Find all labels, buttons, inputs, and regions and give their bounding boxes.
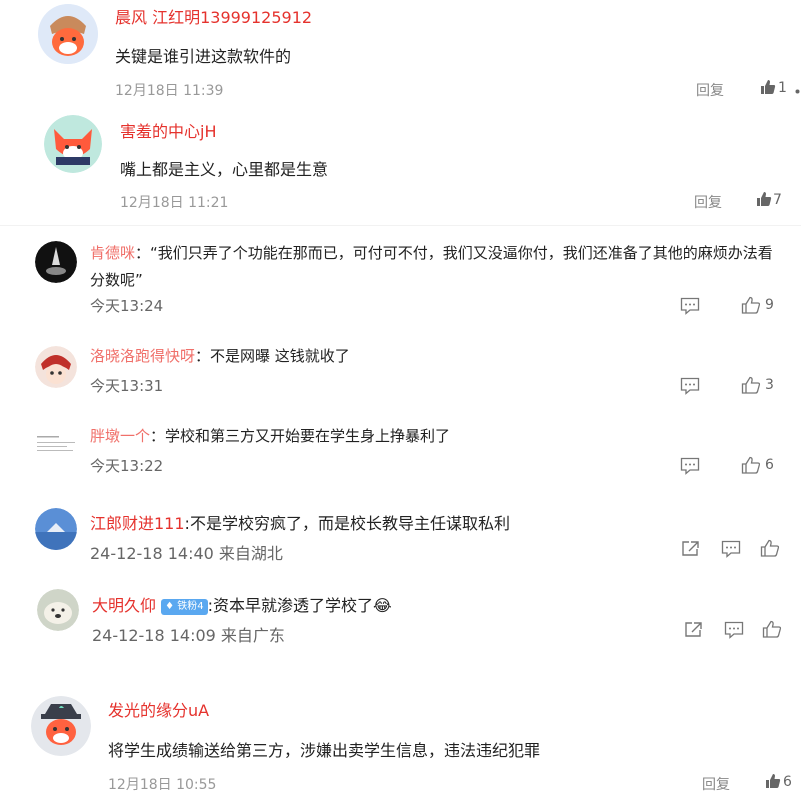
comment-username[interactable]: 发光的缘分uA xyxy=(108,697,209,721)
comment-body: 洛晓洛跑得快呀：不是网曝 这钱就收了 xyxy=(90,345,350,366)
thumbs-up-icon[interactable] xyxy=(765,773,781,789)
thumbs-up-icon[interactable] xyxy=(741,456,761,474)
thumbs-up-icon[interactable] xyxy=(756,191,772,207)
avatar[interactable] xyxy=(44,115,102,173)
comment-text: 学校和第三方又开始要在学生身上挣暴利了 xyxy=(165,427,451,445)
avatar[interactable] xyxy=(35,241,77,283)
comment-text: 不是网曝 这钱就收了 xyxy=(210,347,350,365)
avatar[interactable] xyxy=(31,696,91,756)
reply-button[interactable]: 回复 xyxy=(702,774,730,794)
comment-username[interactable]: 洛晓洛跑得快呀 xyxy=(90,347,195,365)
comment-text: 嘴上都是主义，心里都是生意 xyxy=(120,160,329,179)
comment-icon[interactable] xyxy=(680,457,700,475)
comment-body: 胖墩一个：学校和第三方又开始要在学生身上挣暴利了 xyxy=(90,425,450,446)
fan-badge: ♦ 铁粉4 xyxy=(161,598,208,615)
like-count: 7 xyxy=(773,192,782,208)
comment-body: 江郎财进111:不是学校穷疯了，而是校长教导主任谋取私利 xyxy=(90,510,510,534)
share-icon[interactable] xyxy=(681,540,700,557)
comment-username[interactable]: 肯德咪 xyxy=(90,244,135,262)
thumbs-up-icon[interactable] xyxy=(741,296,761,314)
comment-timestamp: 12月18日 11:21 xyxy=(120,195,229,211)
comment-timestamp: 今天13:24 xyxy=(90,297,164,315)
divider xyxy=(0,225,801,226)
comment-text: “我们只弄了个功能在那而已，可付可不付，我们又没逼你付，我们还准备了其他的麻烦办… xyxy=(90,244,773,289)
avatar[interactable] xyxy=(35,346,77,388)
comment-text: 将学生成绩输送给第三方，涉嫌出卖学生信息，违法违纪犯罪 xyxy=(108,741,541,760)
badge-label: 铁粉4 xyxy=(177,600,204,612)
comment-username[interactable]: 害羞的中心jH xyxy=(120,118,216,142)
share-icon[interactable] xyxy=(684,621,703,638)
avatar[interactable] xyxy=(37,589,79,631)
comment-text: :不是学校穷疯了，而是校长教导主任谋取私利 xyxy=(184,514,510,533)
comment-username[interactable]: 江郎财进111 xyxy=(90,514,185,533)
comment-text: :资本早就渗透了学校了 xyxy=(207,596,374,615)
avatar[interactable] xyxy=(35,508,77,550)
more-dots-icon[interactable] xyxy=(794,88,801,95)
like-count: 6 xyxy=(783,774,792,790)
comment-icon[interactable] xyxy=(680,377,700,395)
comment-body: 肯德咪：“我们只弄了个功能在那而已，可付可不付，我们又没逼你付，我们还准备了其他… xyxy=(90,240,780,294)
comment-timestamp: 今天13:22 xyxy=(90,457,164,475)
thumbs-up-icon[interactable] xyxy=(760,539,780,557)
thumbs-up-icon[interactable] xyxy=(762,620,782,638)
comment-icon[interactable] xyxy=(724,621,744,639)
comment-username[interactable]: 大明久仰 xyxy=(92,596,156,615)
thumbs-up-icon[interactable] xyxy=(741,376,761,394)
avatar[interactable] xyxy=(38,4,98,64)
like-count: 1 xyxy=(778,80,787,96)
like-count: 6 xyxy=(765,457,774,473)
thumbs-up-icon[interactable] xyxy=(760,79,776,95)
separator: ： xyxy=(150,427,166,445)
reply-button[interactable]: 回复 xyxy=(694,192,722,212)
comment-body: 大明久仰 ♦ 铁粉4:资本早就渗透了学校了😂 xyxy=(92,592,392,616)
laughing-emoji-icon: 😂 xyxy=(373,596,392,615)
comment-timestamp: 12月18日 10:55 xyxy=(108,777,217,793)
comment-icon[interactable] xyxy=(721,540,741,558)
comment-timestamp: 12月18日 11:39 xyxy=(115,83,224,99)
comment-timestamp: 24-12-18 14:40 来自湖北 xyxy=(90,544,283,563)
reply-button[interactable]: 回复 xyxy=(696,80,724,100)
comment-text: 关键是谁引进这款软件的 xyxy=(115,47,292,66)
avatar[interactable] xyxy=(35,433,79,461)
comment-username[interactable]: 胖墩一个 xyxy=(90,427,150,445)
comment-timestamp: 今天13:31 xyxy=(90,377,164,395)
like-count: 9 xyxy=(765,297,774,313)
separator: ： xyxy=(135,244,151,262)
comment-timestamp: 24-12-18 14:09 来自广东 xyxy=(92,626,285,645)
separator: ： xyxy=(195,347,211,365)
comment-icon[interactable] xyxy=(680,297,700,315)
comment-username[interactable]: 晨风 江红明13999125912 xyxy=(115,4,312,28)
badge-icon: ♦ xyxy=(165,600,175,612)
like-count: 3 xyxy=(765,377,774,393)
